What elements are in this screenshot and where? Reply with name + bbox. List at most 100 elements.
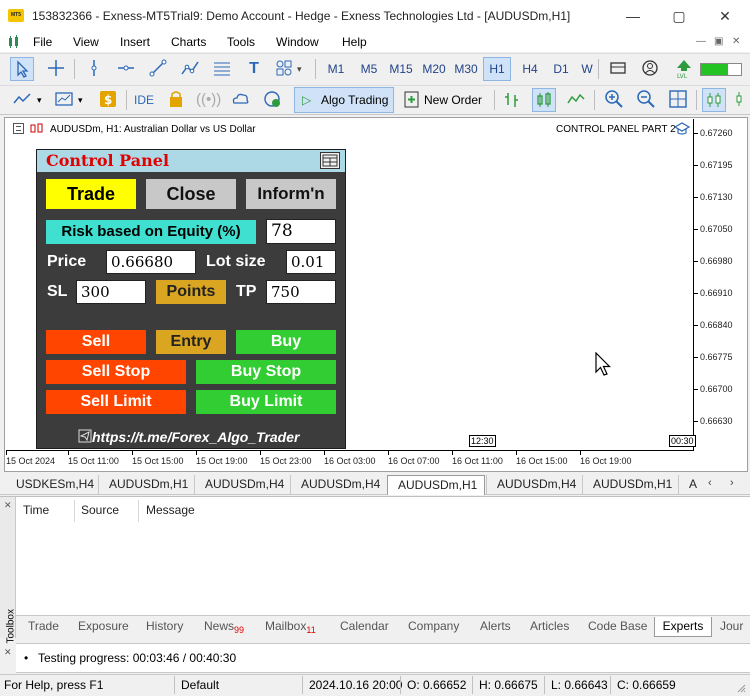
tab-calendar[interactable]: Calendar [340,617,400,637]
menu-file[interactable]: File [33,35,52,49]
buy-limit-button[interactable]: Buy Limit [196,390,336,414]
lot-size-input[interactable]: 0.01 [286,250,336,274]
indicators-icon[interactable] [10,88,34,112]
toolbox-close-icon[interactable]: ✕ [4,500,12,511]
column-message[interactable]: Message [146,503,195,517]
price-input[interactable]: 0.66680 [106,250,196,274]
buy-stop-button[interactable]: Buy Stop [196,360,336,384]
chart-templates-icon[interactable] [52,88,76,112]
chart-tab[interactable]: USDKESm,H4 [6,475,98,495]
status-profile[interactable]: Default [181,678,219,692]
sell-limit-button[interactable]: Sell Limit [46,390,186,414]
sell-button[interactable]: Sell [46,330,146,354]
cursor-icon[interactable] [10,57,34,81]
tab-close[interactable]: Close [146,179,236,209]
sl-input[interactable]: 300 [76,280,146,304]
tester-close-icon[interactable]: ✕ [4,647,12,658]
fibonacci-icon[interactable] [210,57,234,81]
minimize-icon[interactable]: — [610,0,656,32]
chart-tab[interactable]: AUDUSDm,H1 [98,475,194,495]
crosshair-icon[interactable] [44,57,68,81]
timeframe-m1[interactable]: M1 [322,58,350,80]
timeframe-m30[interactable]: M30 [451,58,481,80]
chart-tab[interactable]: A [678,475,700,495]
templates-dropdown-icon[interactable]: ▾ [78,95,83,106]
zoom-in-icon[interactable] [602,88,626,112]
tab-journal[interactable]: Jour [720,617,750,637]
tab-experts[interactable]: Experts [654,617,712,637]
maximize-icon[interactable]: ▢ [656,0,702,32]
chart-menu-icon[interactable] [7,35,21,49]
tab-company[interactable]: Company [408,617,470,637]
tp-input[interactable]: 750 [266,280,336,304]
tab-code-base[interactable]: Code Base [588,617,652,637]
timeframe-m20[interactable]: M20 [419,58,449,80]
close-icon[interactable]: ✕ [702,0,748,32]
timeframe-h1[interactable]: H1 [483,57,511,81]
tab-trade[interactable]: Trade [46,179,136,209]
entry-button[interactable]: Entry [156,330,226,354]
menu-tools[interactable]: Tools [227,35,255,49]
panel-close-icon[interactable] [320,152,340,169]
menu-help[interactable]: Help [342,35,367,49]
menu-window[interactable]: Window [276,35,319,49]
cloud-icon[interactable] [228,88,252,112]
column-separator[interactable] [138,500,139,522]
column-source[interactable]: Source [81,503,119,517]
tab-alerts[interactable]: Alerts [480,617,524,637]
child-close-icon[interactable]: ✕ [732,36,740,47]
tab-mailbox[interactable]: Mailbox11 [265,617,331,637]
chart-menu-icon[interactable] [13,123,24,134]
tab-trade-toolbox[interactable]: Trade [28,617,70,637]
shapes-icon[interactable] [272,57,296,81]
text-tool-icon[interactable]: T [242,57,266,81]
risk-input[interactable]: 78 [266,219,336,244]
column-separator[interactable] [74,500,75,522]
tab-news[interactable]: News99 [204,617,256,637]
tab-inform[interactable]: Inform'n [246,179,336,209]
strategy-tester-icon[interactable] [260,88,284,112]
zoom-out-icon[interactable] [634,88,658,112]
tab-exposure[interactable]: Exposure [78,617,138,637]
buy-button[interactable]: Buy [236,330,336,354]
new-order-icon[interactable] [400,88,424,112]
child-restore-icon[interactable]: ▣ [714,36,723,47]
timeframe-h4[interactable]: H4 [516,58,544,80]
chart-tab[interactable]: AUDUSDm,H4 [194,475,290,495]
signals-broadcast-icon[interactable]: ((•)) [196,88,221,112]
chart-tab[interactable]: AUDUSDm,H4 [486,475,582,495]
chart-tab-active[interactable]: AUDUSDm,H1 [387,475,485,495]
vertical-line-icon[interactable] [82,57,106,81]
signal-lvl-icon[interactable]: LVL [672,57,696,81]
resize-grip-icon[interactable] [736,682,746,693]
timeframe-d1[interactable]: D1 [547,58,575,80]
vps-lock-icon[interactable] [164,88,188,112]
community-icon[interactable] [606,57,630,81]
tile-windows-icon[interactable] [666,88,690,112]
chart-shift-icon[interactable] [732,88,750,112]
candlestick-icon[interactable] [532,88,556,112]
child-minimize-icon[interactable]: — [696,36,706,47]
market-icon[interactable]: $ [96,88,120,112]
trendline-icon[interactable] [146,57,170,81]
points-button[interactable]: Points [156,280,226,304]
chart-tab[interactable]: AUDUSDm,H4 [290,475,386,495]
account-icon[interactable] [638,57,662,81]
timeframe-m15[interactable]: M15 [386,58,416,80]
horizontal-line-icon[interactable] [114,57,138,81]
timeframe-w1[interactable]: W [578,58,596,80]
column-time[interactable]: Time [23,503,49,517]
autoscroll-icon[interactable] [702,88,726,112]
line-chart-icon[interactable] [564,88,588,112]
bar-chart-icon[interactable] [500,88,524,112]
telegram-link[interactable]: https://t.me/Forex_Algo_Trader [92,429,299,445]
ide-button[interactable]: IDE [134,88,154,112]
timeframe-m5[interactable]: M5 [355,58,383,80]
tabs-scroll-right-icon[interactable]: › [730,477,734,489]
tab-history[interactable]: History [146,617,196,637]
shapes-dropdown-icon[interactable]: ▾ [297,64,302,75]
channel-icon[interactable] [178,57,202,81]
sell-stop-button[interactable]: Sell Stop [46,360,186,384]
tabs-scroll-left-icon[interactable]: ‹ [708,477,712,489]
chart-tab[interactable]: AUDUSDm,H1 [582,475,678,495]
